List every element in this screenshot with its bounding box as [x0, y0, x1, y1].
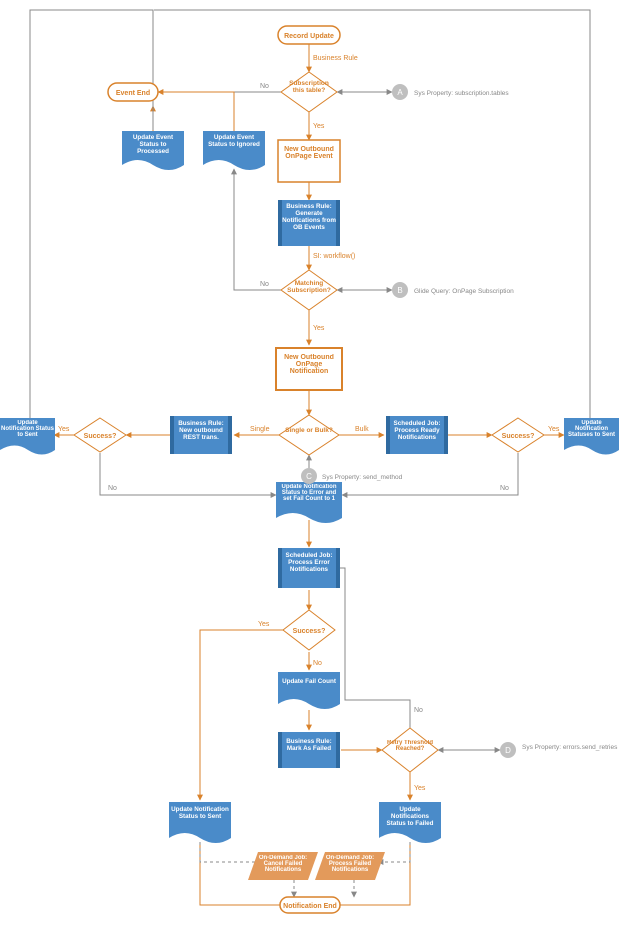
label-no: No [313, 660, 322, 667]
label-yes: Yes [548, 426, 560, 433]
subprocess-br-generate: Business Rule: Generate Notifications fr… [278, 200, 340, 246]
doc-update-sent-left: Update Notification Status to Sent [0, 418, 55, 455]
doc-update-sent-2: Update Notification Status to Sent [169, 802, 231, 843]
label-no: No [260, 281, 269, 288]
label-single: Single [250, 426, 270, 433]
label-yes: Yes [313, 123, 325, 130]
label-no: No [414, 707, 423, 714]
doc-update-sent-right: Update Notification Statuses to Sent [564, 418, 619, 455]
doc-update-fail-count: Update Fail Count [278, 672, 340, 709]
decision-single-or-bulk: Single or Bulk? [279, 415, 339, 455]
decision-retry-threshold: Retry Threshold Reached? [382, 728, 438, 772]
note-circle-b: B Glide Query: OnPage Subscription [392, 282, 514, 298]
svg-text:Sys Property: send_method: Sys Property: send_method [322, 474, 403, 481]
svg-text:D: D [505, 746, 511, 755]
label-yes: Yes [313, 325, 325, 332]
terminator-event-end: Event End [108, 83, 158, 101]
note-circle-a: A Sys Property: subscription.tables [392, 84, 509, 100]
doc-update-ignored: Update Event Status to Ignored [203, 131, 265, 170]
decision-success-3: Success? [283, 610, 335, 650]
process-new-ob-event: New Outbound OnPage Event [278, 140, 340, 182]
svg-text:A: A [397, 88, 403, 97]
svg-text:Glide Query: OnPage Subscripti: Glide Query: OnPage Subscription [414, 288, 514, 295]
svg-text:Notification End: Notification End [283, 903, 337, 910]
label-yes: Yes [58, 426, 70, 433]
svg-text:Sys Property: errors.send_retr: Sys Property: errors.send_retries [522, 744, 618, 751]
parallelogram-od-process: On-Demand Job: Process Failed Notificati… [315, 852, 385, 880]
label-yes: Yes [258, 621, 270, 628]
subprocess-br-rest: Business Rule: New outbound REST trans. [170, 416, 232, 454]
label-bulk: Bulk [355, 426, 369, 433]
process-new-ob-notification: New Outbound OnPage Notification [276, 348, 342, 390]
flowchart-diagram: Business Rule Yes No SI: workflow() Yes … [0, 0, 619, 949]
parallelogram-od-cancel: On-Demand Job: Cancel Failed Notificatio… [248, 852, 318, 880]
note-circle-d: D Sys Property: errors.send_retries [500, 742, 618, 758]
label-si-workflow: SI: workflow() [313, 253, 355, 260]
doc-update-processed: Update Event Status to Processed [122, 131, 184, 170]
svg-text:C: C [306, 472, 312, 481]
subprocess-br-mark-failed: Business Rule: Mark As Failed [278, 732, 340, 768]
terminator-record-update: Record Update [278, 26, 340, 44]
svg-text:Sys Property: subscription.tab: Sys Property: subscription.tables [414, 90, 509, 97]
svg-text:Record Update: Record Update [284, 33, 334, 40]
label-business-rule: Business Rule [313, 55, 358, 62]
label-yes: Yes [414, 785, 426, 792]
doc-update-failed: Update Notifications Status to Failed [379, 802, 441, 843]
svg-text:Success?: Success? [293, 628, 326, 635]
svg-text:B: B [397, 286, 402, 295]
decision-success-right: Success? [492, 418, 544, 452]
doc-update-error: Update Notification Status to Error and … [276, 482, 342, 523]
decision-subscription-table: Subscription this table? [281, 72, 337, 112]
subprocess-sj-ready: Scheduled Job: Process Ready Notificatio… [386, 416, 448, 454]
svg-text:Success?: Success? [84, 433, 117, 440]
label-no: No [108, 485, 117, 492]
subprocess-sj-error: Scheduled Job: Process Error Notificatio… [278, 548, 340, 588]
svg-text:Success?: Success? [502, 433, 535, 440]
svg-text:Event End: Event End [116, 90, 150, 97]
label-no: No [500, 485, 509, 492]
note-circle-c: C Sys Property: send_method [301, 468, 403, 484]
decision-success-left: Success? [74, 418, 126, 452]
decision-matching-subscription: Matching Subscription? [281, 270, 337, 310]
terminator-notification-end: Notification End [280, 897, 340, 913]
label-no: No [260, 83, 269, 90]
